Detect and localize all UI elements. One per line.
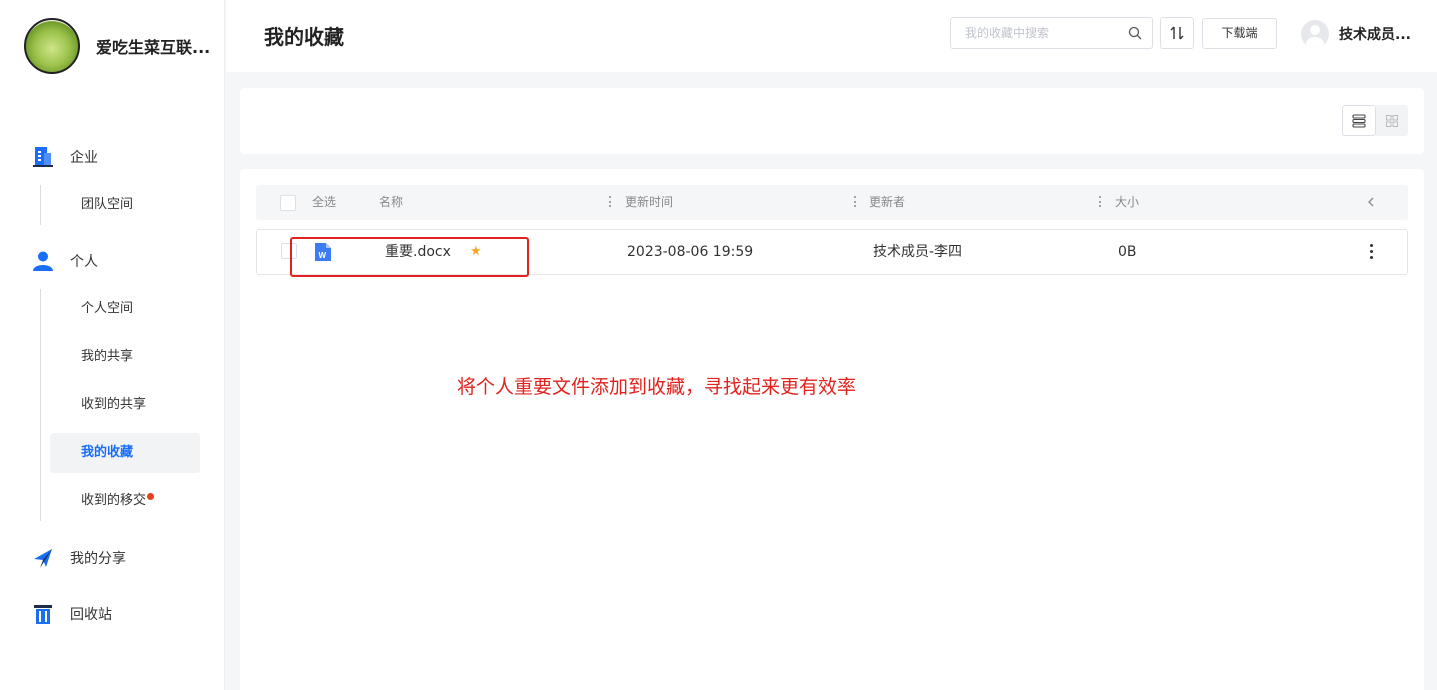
nav-enterprise[interactable]: 企业	[0, 145, 225, 169]
nav-recycle-bin[interactable]: 回收站	[0, 602, 225, 626]
file-updater: 技术成员-李四	[873, 244, 963, 260]
nav-my-share-label: 我的分享	[70, 551, 126, 567]
nav-tree-line	[40, 185, 41, 225]
nav-enterprise-label: 企业	[70, 150, 98, 166]
grid-view-icon	[1386, 114, 1398, 127]
trash-icon	[32, 603, 54, 625]
sidebar-item-received-transfers[interactable]: 收到的移交	[50, 481, 200, 521]
org-name: 爱吃生菜互联...	[96, 38, 211, 57]
nav-group-my-share: 我的分享	[0, 546, 225, 570]
sort-icon	[1170, 26, 1184, 40]
avatar	[1301, 20, 1329, 48]
file-updated: 2023-08-06 19:59	[627, 244, 754, 260]
nav-tree-line	[40, 289, 41, 521]
sidebar-item-favorites[interactable]: 我的收藏	[50, 433, 200, 473]
nav-group-enterprise: 企业	[0, 145, 225, 169]
more-options-icon[interactable]	[1370, 244, 1374, 260]
sidebar-item-received-transfers-label: 收到的移交	[81, 493, 147, 508]
select-all-label[interactable]: 全选	[312, 185, 336, 220]
nav-personal-label: 个人	[70, 254, 98, 270]
nav-my-share[interactable]: 我的分享	[0, 546, 225, 570]
notification-dot	[147, 493, 155, 500]
nav-personal[interactable]: 个人	[0, 249, 225, 273]
toolbar-panel	[240, 88, 1424, 154]
column-resize-handle[interactable]	[609, 196, 611, 209]
sidebar-item-team-space[interactable]: 团队空间	[50, 185, 200, 225]
sidebar-item-personal-space[interactable]: 个人空间	[50, 289, 200, 329]
user-name: 技术成员...	[1339, 27, 1411, 43]
column-resize-handle[interactable]	[1099, 196, 1101, 209]
person-icon	[32, 250, 54, 272]
nav-group-personal: 个人	[0, 249, 225, 273]
list-view-icon	[1352, 113, 1366, 128]
nav-group-recycle: 回收站	[0, 602, 225, 626]
sidebar-item-received-shares[interactable]: 收到的共享	[50, 385, 200, 425]
building-icon	[32, 146, 54, 168]
select-all-checkbox[interactable]	[280, 195, 296, 211]
top-bar: 我的收藏 下载端 技术成员...	[226, 0, 1437, 72]
sort-button[interactable]	[1160, 17, 1194, 49]
column-name[interactable]: 名称	[379, 185, 403, 220]
user-menu[interactable]: 技术成员...	[1301, 20, 1411, 48]
highlight-annotation-box	[290, 237, 529, 277]
download-client-button[interactable]: 下载端	[1202, 18, 1277, 49]
search-box[interactable]	[950, 17, 1153, 49]
sidebar-item-my-shares[interactable]: 我的共享	[50, 337, 200, 377]
nav-recycle-bin-label: 回收站	[70, 607, 112, 623]
table-header: 全选 名称 更新时间 更新者 大小	[256, 185, 1408, 220]
file-size: 0B	[1118, 244, 1137, 260]
column-updated[interactable]: 更新时间	[625, 185, 673, 220]
column-resize-handle[interactable]	[854, 196, 856, 209]
annotation-text: 将个人重要文件添加到收藏，寻找起来更有效率	[457, 376, 857, 398]
column-updater[interactable]: 更新者	[869, 185, 905, 220]
column-size[interactable]: 大小	[1115, 185, 1139, 220]
search-icon[interactable]	[1128, 26, 1142, 40]
org-logo	[24, 18, 80, 74]
list-view-button[interactable]	[1342, 105, 1376, 136]
sidebar: 爱吃生菜互联... 企业 团队空间 个人 个人空间 我的共享 收到的共享 我的收…	[0, 0, 225, 690]
paper-plane-icon	[32, 547, 54, 569]
page-title: 我的收藏	[264, 25, 344, 49]
org-header[interactable]: 爱吃生菜互联...	[24, 18, 210, 74]
grid-view-button[interactable]	[1376, 105, 1408, 136]
search-input[interactable]	[965, 18, 1125, 48]
chevron-left-icon[interactable]	[1367, 197, 1375, 207]
